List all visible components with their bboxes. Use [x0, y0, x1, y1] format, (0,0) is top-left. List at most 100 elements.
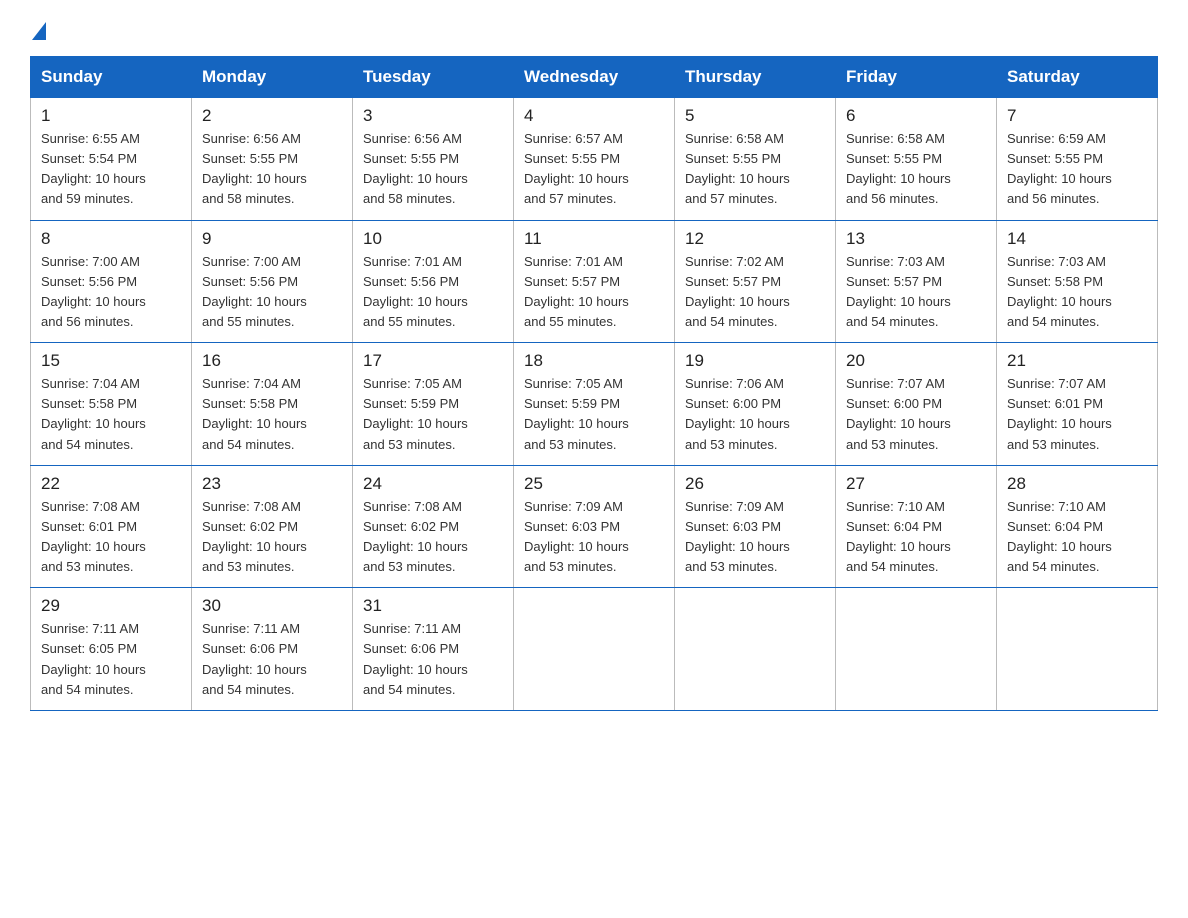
day-number: 18 [524, 351, 664, 371]
day-detail: Sunrise: 7:10 AMSunset: 6:04 PMDaylight:… [846, 499, 951, 574]
day-number: 15 [41, 351, 181, 371]
page-header [30, 20, 1158, 38]
day-number: 17 [363, 351, 503, 371]
calendar-cell: 17 Sunrise: 7:05 AMSunset: 5:59 PMDaylig… [353, 343, 514, 466]
day-detail: Sunrise: 6:56 AMSunset: 5:55 PMDaylight:… [202, 131, 307, 206]
day-detail: Sunrise: 7:07 AMSunset: 6:00 PMDaylight:… [846, 376, 951, 451]
calendar-cell: 20 Sunrise: 7:07 AMSunset: 6:00 PMDaylig… [836, 343, 997, 466]
calendar-cell: 25 Sunrise: 7:09 AMSunset: 6:03 PMDaylig… [514, 465, 675, 588]
calendar-cell: 2 Sunrise: 6:56 AMSunset: 5:55 PMDayligh… [192, 98, 353, 221]
calendar-cell: 24 Sunrise: 7:08 AMSunset: 6:02 PMDaylig… [353, 465, 514, 588]
day-detail: Sunrise: 7:08 AMSunset: 6:02 PMDaylight:… [363, 499, 468, 574]
day-number: 6 [846, 106, 986, 126]
day-number: 26 [685, 474, 825, 494]
calendar-cell: 9 Sunrise: 7:00 AMSunset: 5:56 PMDayligh… [192, 220, 353, 343]
calendar-cell: 5 Sunrise: 6:58 AMSunset: 5:55 PMDayligh… [675, 98, 836, 221]
day-number: 27 [846, 474, 986, 494]
calendar-cell: 14 Sunrise: 7:03 AMSunset: 5:58 PMDaylig… [997, 220, 1158, 343]
calendar-cell: 11 Sunrise: 7:01 AMSunset: 5:57 PMDaylig… [514, 220, 675, 343]
header-saturday: Saturday [997, 57, 1158, 98]
logo [30, 20, 48, 38]
calendar-week-row: 1 Sunrise: 6:55 AMSunset: 5:54 PMDayligh… [31, 98, 1158, 221]
day-detail: Sunrise: 6:56 AMSunset: 5:55 PMDaylight:… [363, 131, 468, 206]
day-detail: Sunrise: 6:55 AMSunset: 5:54 PMDaylight:… [41, 131, 146, 206]
day-detail: Sunrise: 7:00 AMSunset: 5:56 PMDaylight:… [41, 254, 146, 329]
day-number: 4 [524, 106, 664, 126]
day-number: 19 [685, 351, 825, 371]
calendar-cell: 15 Sunrise: 7:04 AMSunset: 5:58 PMDaylig… [31, 343, 192, 466]
logo-arrow-icon [32, 22, 46, 40]
calendar-cell: 10 Sunrise: 7:01 AMSunset: 5:56 PMDaylig… [353, 220, 514, 343]
calendar-cell: 29 Sunrise: 7:11 AMSunset: 6:05 PMDaylig… [31, 588, 192, 711]
day-number: 14 [1007, 229, 1147, 249]
day-detail: Sunrise: 7:11 AMSunset: 6:05 PMDaylight:… [41, 621, 146, 696]
day-number: 21 [1007, 351, 1147, 371]
day-detail: Sunrise: 7:05 AMSunset: 5:59 PMDaylight:… [363, 376, 468, 451]
day-number: 31 [363, 596, 503, 616]
calendar-cell: 26 Sunrise: 7:09 AMSunset: 6:03 PMDaylig… [675, 465, 836, 588]
calendar-cell: 3 Sunrise: 6:56 AMSunset: 5:55 PMDayligh… [353, 98, 514, 221]
day-number: 25 [524, 474, 664, 494]
header-monday: Monday [192, 57, 353, 98]
day-number: 23 [202, 474, 342, 494]
calendar-cell: 21 Sunrise: 7:07 AMSunset: 6:01 PMDaylig… [997, 343, 1158, 466]
day-number: 16 [202, 351, 342, 371]
day-detail: Sunrise: 7:03 AMSunset: 5:57 PMDaylight:… [846, 254, 951, 329]
day-detail: Sunrise: 7:09 AMSunset: 6:03 PMDaylight:… [685, 499, 790, 574]
day-detail: Sunrise: 7:02 AMSunset: 5:57 PMDaylight:… [685, 254, 790, 329]
day-number: 13 [846, 229, 986, 249]
calendar-cell: 1 Sunrise: 6:55 AMSunset: 5:54 PMDayligh… [31, 98, 192, 221]
calendar-table: SundayMondayTuesdayWednesdayThursdayFrid… [30, 56, 1158, 711]
day-detail: Sunrise: 7:08 AMSunset: 6:02 PMDaylight:… [202, 499, 307, 574]
day-number: 11 [524, 229, 664, 249]
calendar-cell [675, 588, 836, 711]
day-detail: Sunrise: 6:59 AMSunset: 5:55 PMDaylight:… [1007, 131, 1112, 206]
calendar-cell: 19 Sunrise: 7:06 AMSunset: 6:00 PMDaylig… [675, 343, 836, 466]
day-number: 24 [363, 474, 503, 494]
day-number: 29 [41, 596, 181, 616]
day-number: 28 [1007, 474, 1147, 494]
day-detail: Sunrise: 7:01 AMSunset: 5:57 PMDaylight:… [524, 254, 629, 329]
calendar-cell: 28 Sunrise: 7:10 AMSunset: 6:04 PMDaylig… [997, 465, 1158, 588]
calendar-week-row: 29 Sunrise: 7:11 AMSunset: 6:05 PMDaylig… [31, 588, 1158, 711]
calendar-cell: 31 Sunrise: 7:11 AMSunset: 6:06 PMDaylig… [353, 588, 514, 711]
calendar-cell: 8 Sunrise: 7:00 AMSunset: 5:56 PMDayligh… [31, 220, 192, 343]
calendar-cell: 4 Sunrise: 6:57 AMSunset: 5:55 PMDayligh… [514, 98, 675, 221]
day-number: 22 [41, 474, 181, 494]
day-detail: Sunrise: 7:04 AMSunset: 5:58 PMDaylight:… [202, 376, 307, 451]
calendar-cell: 23 Sunrise: 7:08 AMSunset: 6:02 PMDaylig… [192, 465, 353, 588]
day-detail: Sunrise: 6:57 AMSunset: 5:55 PMDaylight:… [524, 131, 629, 206]
day-detail: Sunrise: 7:11 AMSunset: 6:06 PMDaylight:… [363, 621, 468, 696]
day-detail: Sunrise: 7:11 AMSunset: 6:06 PMDaylight:… [202, 621, 307, 696]
day-number: 8 [41, 229, 181, 249]
calendar-cell [514, 588, 675, 711]
day-detail: Sunrise: 7:10 AMSunset: 6:04 PMDaylight:… [1007, 499, 1112, 574]
calendar-cell: 30 Sunrise: 7:11 AMSunset: 6:06 PMDaylig… [192, 588, 353, 711]
header-thursday: Thursday [675, 57, 836, 98]
calendar-week-row: 8 Sunrise: 7:00 AMSunset: 5:56 PMDayligh… [31, 220, 1158, 343]
calendar-week-row: 22 Sunrise: 7:08 AMSunset: 6:01 PMDaylig… [31, 465, 1158, 588]
day-detail: Sunrise: 7:07 AMSunset: 6:01 PMDaylight:… [1007, 376, 1112, 451]
day-detail: Sunrise: 7:08 AMSunset: 6:01 PMDaylight:… [41, 499, 146, 574]
day-number: 2 [202, 106, 342, 126]
day-detail: Sunrise: 7:06 AMSunset: 6:00 PMDaylight:… [685, 376, 790, 451]
day-number: 12 [685, 229, 825, 249]
header-tuesday: Tuesday [353, 57, 514, 98]
header-friday: Friday [836, 57, 997, 98]
day-detail: Sunrise: 6:58 AMSunset: 5:55 PMDaylight:… [685, 131, 790, 206]
day-detail: Sunrise: 7:01 AMSunset: 5:56 PMDaylight:… [363, 254, 468, 329]
day-detail: Sunrise: 7:04 AMSunset: 5:58 PMDaylight:… [41, 376, 146, 451]
day-detail: Sunrise: 7:09 AMSunset: 6:03 PMDaylight:… [524, 499, 629, 574]
day-number: 10 [363, 229, 503, 249]
calendar-week-row: 15 Sunrise: 7:04 AMSunset: 5:58 PMDaylig… [31, 343, 1158, 466]
calendar-header-row: SundayMondayTuesdayWednesdayThursdayFrid… [31, 57, 1158, 98]
calendar-cell: 18 Sunrise: 7:05 AMSunset: 5:59 PMDaylig… [514, 343, 675, 466]
day-detail: Sunrise: 6:58 AMSunset: 5:55 PMDaylight:… [846, 131, 951, 206]
day-number: 5 [685, 106, 825, 126]
calendar-cell: 27 Sunrise: 7:10 AMSunset: 6:04 PMDaylig… [836, 465, 997, 588]
day-detail: Sunrise: 7:03 AMSunset: 5:58 PMDaylight:… [1007, 254, 1112, 329]
calendar-cell: 13 Sunrise: 7:03 AMSunset: 5:57 PMDaylig… [836, 220, 997, 343]
day-detail: Sunrise: 7:05 AMSunset: 5:59 PMDaylight:… [524, 376, 629, 451]
calendar-cell: 7 Sunrise: 6:59 AMSunset: 5:55 PMDayligh… [997, 98, 1158, 221]
day-number: 9 [202, 229, 342, 249]
